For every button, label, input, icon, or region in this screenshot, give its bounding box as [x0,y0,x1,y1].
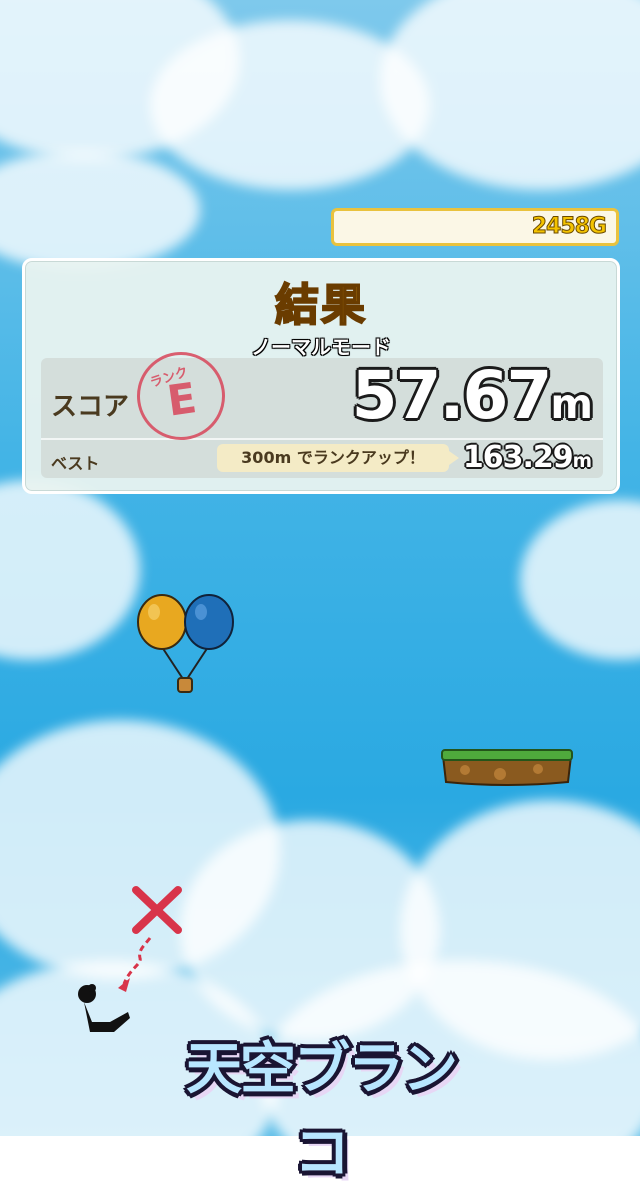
best-label: ベスト [51,454,100,473]
rank-value: E [164,373,200,426]
gold-counter: 2458G [331,208,619,246]
rank-stamp: ランク E [131,346,231,446]
sky-background [0,0,640,1136]
player-silhouette-icon [78,984,130,1032]
best-unit: m [572,451,592,472]
platform-icon [441,749,573,786]
game-logo: 天空ブランコ [186,1037,458,1186]
score-value: 57.67 [351,357,553,434]
score-box: スコア ランク E 57.67m ベスト 300m でランクアップ！ 163.2… [41,346,603,478]
rank-up-hint: 300m でランクアップ！ [217,444,459,472]
score-label: スコア [51,392,130,422]
gold-amount: 2458G [531,214,607,240]
score-value-display: 57.67m [351,356,593,444]
balloon-icon [137,594,234,693]
best-value: 163.29 [462,440,574,475]
result-panel: 結果 ノーマルモード スコア ランク E 57.67m ベスト 300m でラン… [22,258,620,494]
score-unit: m [550,380,593,428]
result-title: 結果 [274,279,367,332]
best-value-display: 163.29m [462,438,592,482]
